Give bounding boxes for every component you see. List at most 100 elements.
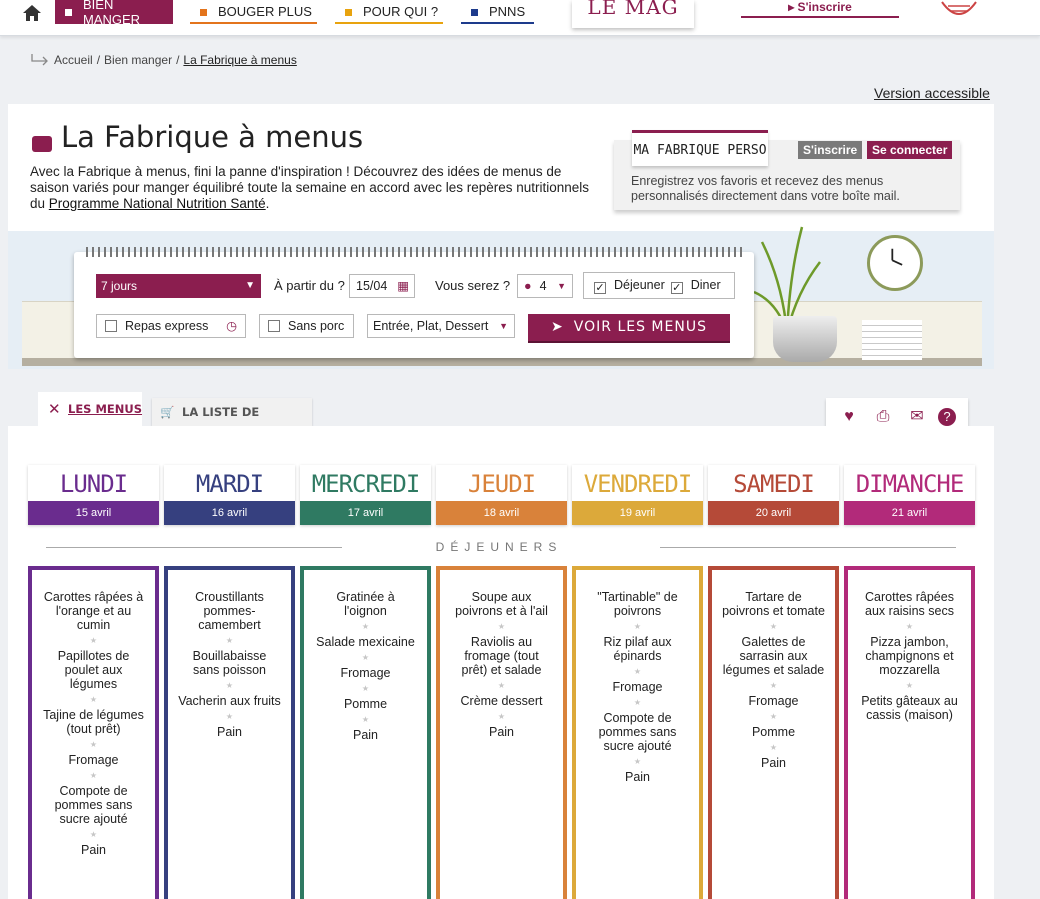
nav-pnns[interactable]: PNNS <box>461 0 534 24</box>
plates-icon <box>862 320 922 360</box>
login-button[interactable]: Se connecter <box>867 141 953 159</box>
dish-item[interactable]: Compote de pommes sans sucre ajouté <box>586 711 689 753</box>
tab-les-menus[interactable]: ✕ LES MENUS <box>38 392 142 426</box>
day-header[interactable]: SAMEDI 20 avril <box>708 465 839 525</box>
dish-item[interactable]: Riz pilaf aux épinards <box>586 635 689 663</box>
no-pork-option[interactable]: Sans porc <box>259 314 354 338</box>
add-favorite-icon[interactable]: ♥ <box>839 407 859 427</box>
dropdown-arrow-icon: ▼ <box>499 321 508 331</box>
arrow-icon: ➤ <box>551 319 564 335</box>
day-header[interactable]: MARDI 16 avril <box>164 465 295 525</box>
people-label: Vous serez ? <box>435 278 511 293</box>
courses-select[interactable]: Entrée, Plat, Dessert ▼ <box>367 314 515 338</box>
dish-item[interactable]: Croustillants pommes-camembert <box>178 590 281 632</box>
dish-item[interactable]: Fromage <box>722 694 825 708</box>
star-separator-icon: ★ <box>361 622 370 631</box>
express-option[interactable]: Repas express ◷ <box>96 314 246 338</box>
dinner-checkbox[interactable]: ✓ <box>670 282 683 294</box>
dish-item[interactable]: Soupe aux poivrons et à l'ail <box>450 590 553 618</box>
dish-item[interactable]: Pomme <box>722 725 825 739</box>
mail-icon[interactable]: ✉ <box>907 407 927 427</box>
dish-item[interactable]: Galettes de sarrasin aux légumes et sala… <box>722 635 825 677</box>
breadcrumb-home[interactable]: Accueil <box>54 53 93 67</box>
square-icon <box>471 9 478 16</box>
clock-icon <box>867 235 923 291</box>
dish-item[interactable]: Salade mexicaine <box>314 635 417 649</box>
dish-item[interactable]: Pain <box>722 756 825 770</box>
day-header[interactable]: DIMANCHE 21 avril <box>844 465 975 525</box>
basket-icon[interactable] <box>940 0 978 20</box>
dish-item[interactable]: Carottes râpées à l'orange et au cumin <box>42 590 145 632</box>
breadcrumb-current[interactable]: La Fabrique à menus <box>183 53 296 67</box>
dish-item[interactable]: Pizza jambon, champignons et mozzarella <box>858 635 961 677</box>
dish-item[interactable]: Papillotes de poulet aux légumes <box>42 649 145 691</box>
dish-item[interactable]: Gratinée à l'oignon <box>314 590 417 618</box>
menu-column: Tartare de poivrons et tomate ★ Galettes d… <box>708 566 839 899</box>
nav-pour-qui[interactable]: POUR QUI ? <box>335 0 443 24</box>
dish-item[interactable]: Carottes râpées aux raisins secs <box>858 590 961 618</box>
dish-item[interactable]: Vacherin aux fruits <box>178 694 281 708</box>
menu-column: Croustillants pommes-camembert ★ Bouillaba… <box>164 566 295 899</box>
voir-les-menus-button[interactable]: ➤ VOIR LES MENUS <box>528 314 730 341</box>
dish-item[interactable]: Petits gâteaux au cassis (maison) <box>858 694 961 722</box>
pot-icon <box>32 136 52 152</box>
star-separator-icon: ★ <box>225 712 234 721</box>
dish-item[interactable]: Pain <box>586 770 689 784</box>
dinner-label: Diner <box>690 278 721 292</box>
dish-item[interactable]: Pain <box>314 728 417 742</box>
nav-bouger-plus[interactable]: BOUGER PLUS <box>190 0 317 24</box>
pnns-link[interactable]: Programme National Nutrition Santé <box>49 196 266 211</box>
dish-item[interactable]: Pomme <box>314 697 417 711</box>
dish-item[interactable]: Pain <box>42 843 145 857</box>
home-icon[interactable] <box>22 3 42 23</box>
person-icon: ● <box>524 279 532 293</box>
dish-item[interactable]: Tartare de poivrons et tomate <box>722 590 825 618</box>
dropdown-arrow-icon: ▼ <box>557 281 566 291</box>
star-separator-icon: ★ <box>633 667 642 676</box>
nav-bien-manger[interactable]: BIEN MANGER <box>55 0 173 27</box>
breadcrumb-section[interactable]: Bien manger <box>104 53 172 67</box>
dish-item[interactable]: Fromage <box>586 680 689 694</box>
day-name: MARDI <box>195 470 264 498</box>
page-intro: Avec la Fabrique à menus, fini la panne … <box>30 164 590 211</box>
star-separator-icon: ★ <box>497 712 506 721</box>
dish-item[interactable]: Bouillabaisse sans poisson <box>178 649 281 677</box>
calendar-icon[interactable]: ▦ <box>397 275 409 297</box>
express-checkbox[interactable] <box>105 320 117 332</box>
signup-button[interactable]: S'inscrire <box>798 141 863 159</box>
help-icon[interactable]: ? <box>938 408 956 426</box>
day-header[interactable]: VENDREDI 19 avril <box>572 465 703 525</box>
dish-item[interactable]: Compote de pommes sans sucre ajouté <box>42 784 145 826</box>
dish-item[interactable]: Fromage <box>314 666 417 680</box>
dish-item[interactable]: Crème dessert <box>450 694 553 708</box>
print-icon[interactable]: ⎙ <box>873 407 893 427</box>
dish-item[interactable]: Tajine de légumes (tout prêt) <box>42 708 145 736</box>
mag-link[interactable]: LE MAG <box>572 0 694 28</box>
star-separator-icon: ★ <box>905 681 914 690</box>
days-select[interactable]: 7 jours ▼ <box>96 274 261 298</box>
menu-column: "Tartinable" de poivrons ★ Riz pilaf aux é… <box>572 566 703 899</box>
day-header[interactable]: MERCREDI 17 avril <box>300 465 431 525</box>
start-date-input[interactable]: 15/04 ▦ <box>349 274 415 298</box>
dish-item[interactable]: Fromage <box>42 753 145 767</box>
dish-item[interactable]: Pain <box>450 725 553 739</box>
star-separator-icon: ★ <box>497 681 506 690</box>
day-header[interactable]: JEUDI 18 avril <box>436 465 567 525</box>
lunch-checkbox[interactable]: ✓ <box>594 282 606 294</box>
star-separator-icon: ★ <box>497 622 506 631</box>
day-name: MERCREDI <box>311 470 421 498</box>
people-select[interactable]: ● 4 ▼ <box>517 274 573 298</box>
star-separator-icon: ★ <box>361 715 370 724</box>
dish-item[interactable]: "Tartinable" de poivrons <box>586 590 689 618</box>
accessible-version-link[interactable]: Version accessible <box>874 85 990 101</box>
dish-item[interactable]: Raviolis au fromage (tout prêt) et salad… <box>450 635 553 677</box>
tab-liste-de-courses[interactable]: 🛒LA LISTE DE COURSES <box>152 398 312 447</box>
ma-fabrique-perso-logo: MA FABRIQUE PERSO <box>632 130 768 166</box>
no-pork-checkbox[interactable] <box>268 320 280 332</box>
star-separator-icon: ★ <box>769 622 778 631</box>
sinscrire-top-link[interactable]: ▸ S'inscrire <box>741 0 899 18</box>
cooking-pot-icon <box>773 316 837 362</box>
dish-item[interactable]: Pain <box>178 725 281 739</box>
section-title: DÉJEUNERS <box>435 540 563 554</box>
day-header[interactable]: LUNDI 15 avril <box>28 465 159 525</box>
